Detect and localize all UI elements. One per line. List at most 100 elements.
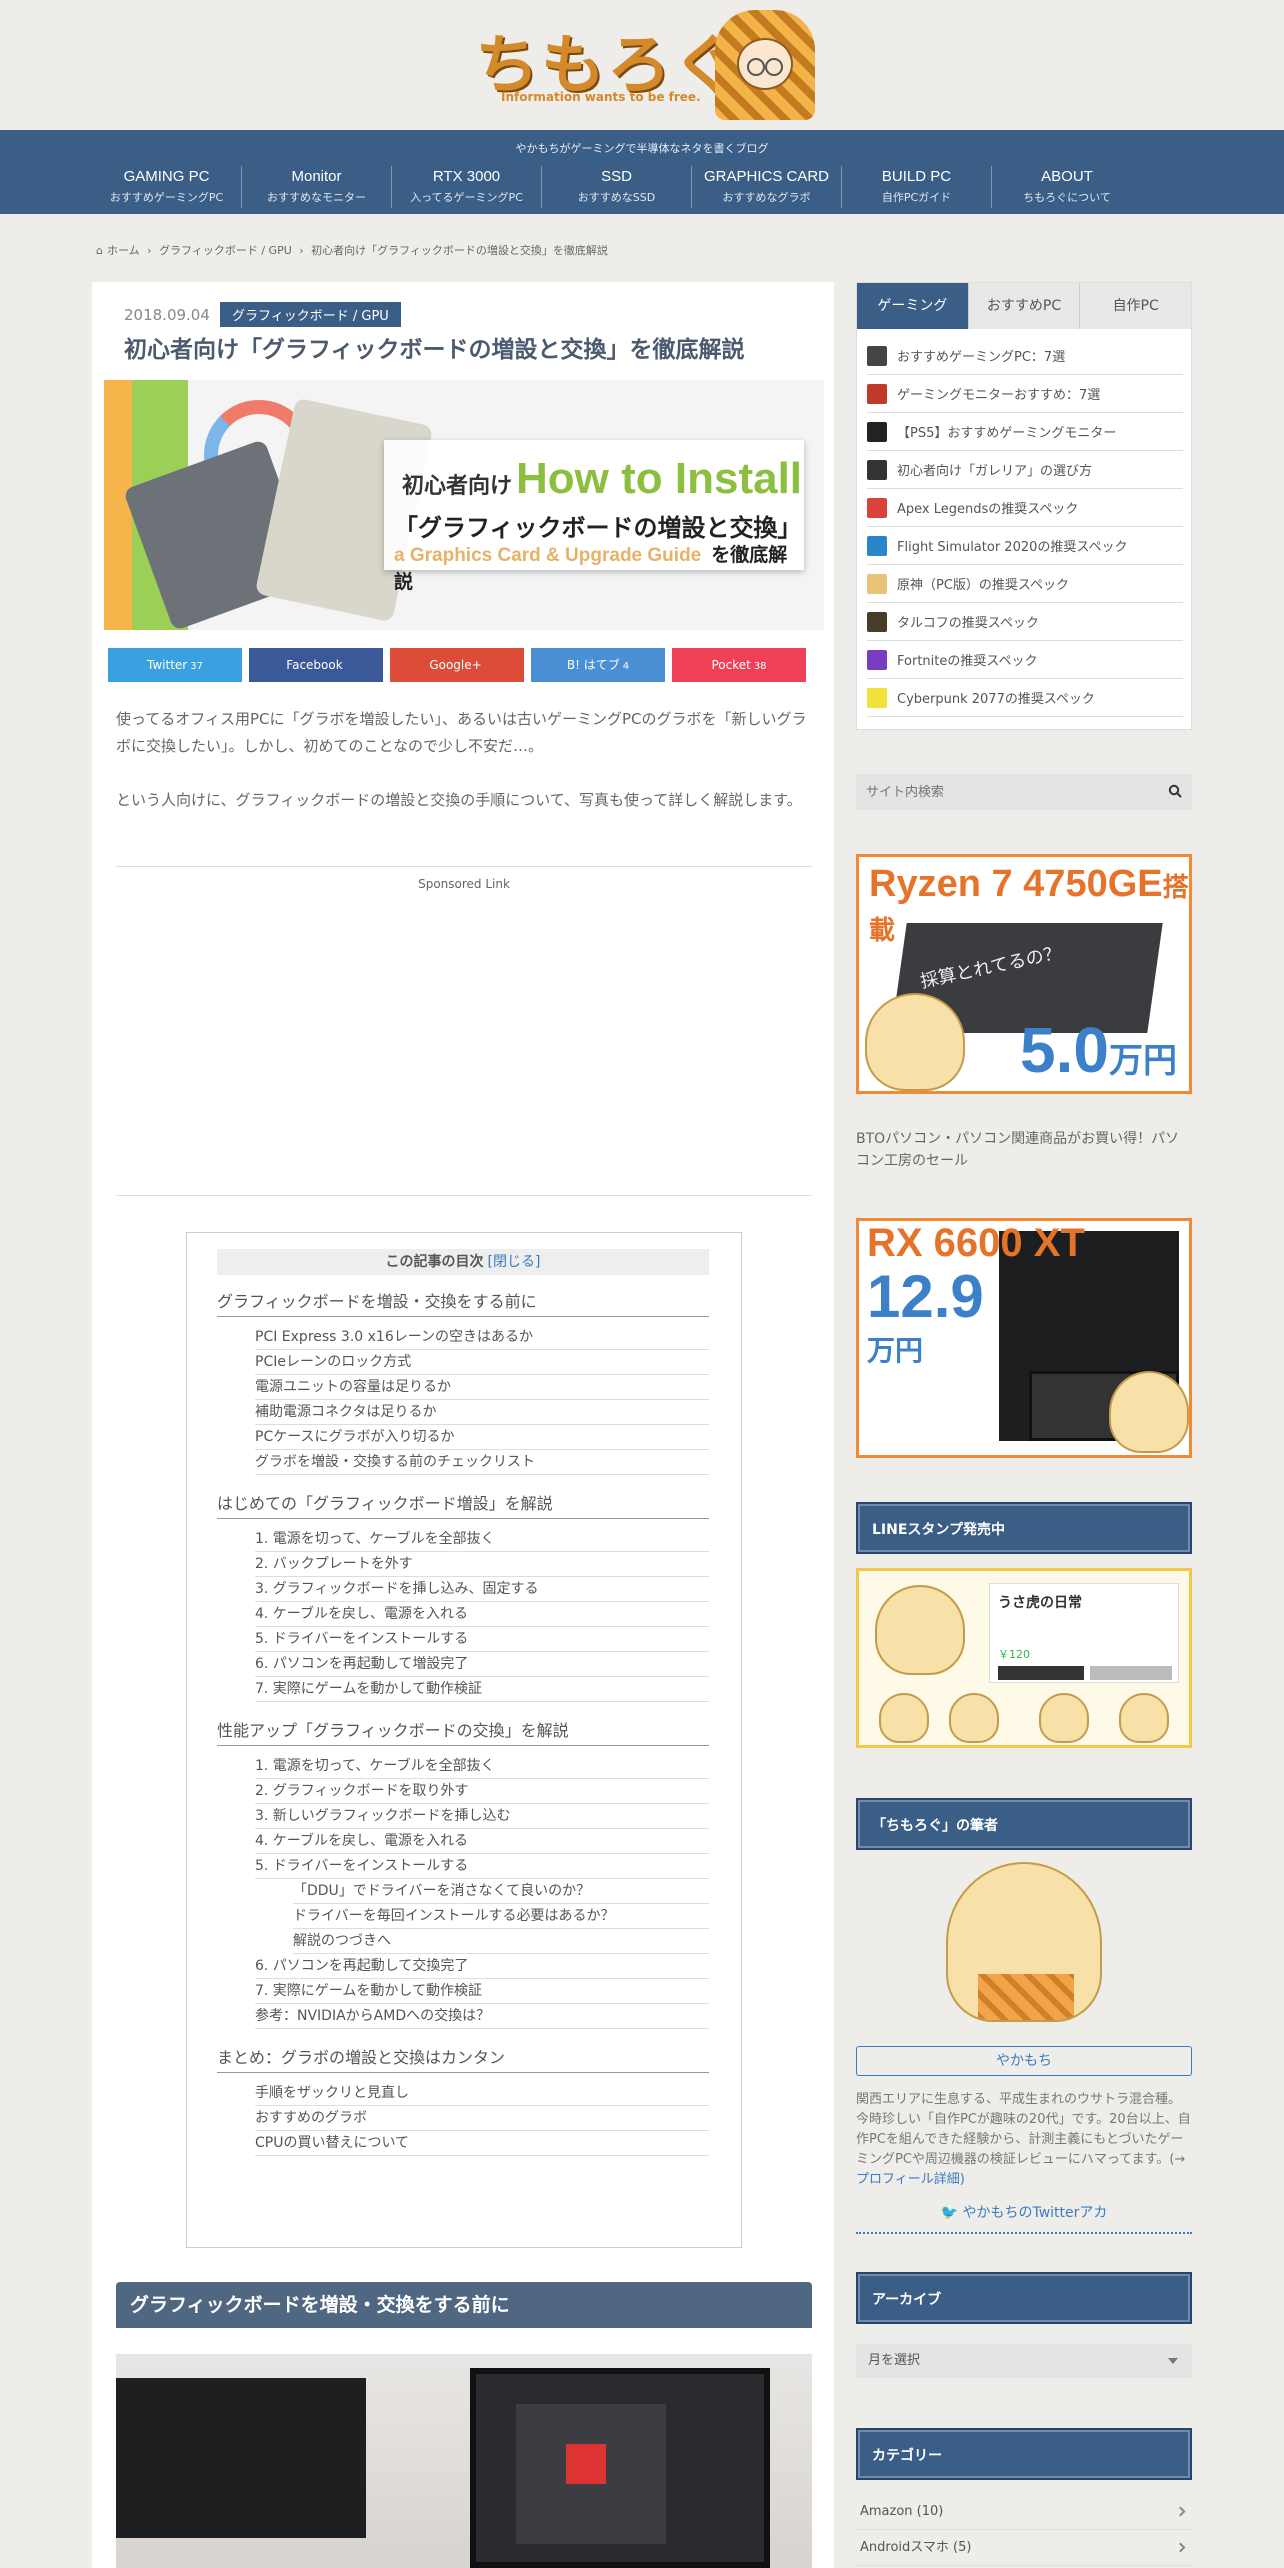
ranking-tab[interactable]: おすすめPC xyxy=(967,283,1080,329)
breadcrumb: ⌂ ホーム › グラフィックボード / GPU › 初心者向け「グラフィックボード… xyxy=(96,242,612,258)
author-twitter-link[interactable]: 🐦 やかもちのTwitterアカ xyxy=(856,2202,1192,2234)
toc-item-link[interactable]: 5. ドライバーをインストールする xyxy=(255,1854,709,1879)
toc-item-link[interactable]: 2. バックプレートを外す xyxy=(255,1552,709,1577)
category-label: Androidスマホ (5) xyxy=(860,2540,972,2555)
toc-section-link[interactable]: グラフィックボードを増設・交換をする前に xyxy=(217,1289,709,1317)
ec-line3-en: a Graphics Card & Upgrade Guide xyxy=(394,545,702,566)
post-title: 初心者向け「グラフィックボードの増設と交換」を徹底解説 xyxy=(124,337,745,363)
toc-item-link[interactable]: 補助電源コネクタは足りるか xyxy=(255,1400,709,1425)
nav-item-graphics-card[interactable]: GRAPHICS CARD おすすめなグラボ xyxy=(692,166,842,208)
toc-section-link[interactable]: 性能アップ「グラフィックボードの交換」を解説 xyxy=(217,1718,709,1746)
toc-item-link[interactable]: ドライバーを毎回インストールする必要はあるか？ xyxy=(293,1904,709,1929)
toc-item-link[interactable]: 参考：NVIDIAからAMDへの交換は？ xyxy=(255,2004,709,2029)
nav-item-ja-label: おすすめなモニター xyxy=(267,191,366,204)
game-thumbnail-icon xyxy=(867,497,887,518)
toc-item-link[interactable]: グラボを増設・交換する前のチェックリスト xyxy=(255,1450,709,1475)
toc-section-link[interactable]: はじめての「グラフィックボード増設」を解説 xyxy=(217,1491,709,1519)
ranking-item[interactable]: 原神（PC版）の推奨スペック xyxy=(867,565,1183,603)
toc-title-text: この記事の目次 xyxy=(385,1254,484,1270)
toc-item-link[interactable]: 5. ドライバーをインストールする xyxy=(255,1627,709,1652)
ranking-item[interactable]: Apex Legendsの推奨スペック xyxy=(867,489,1183,527)
ranking-item[interactable]: Fortniteの推奨スペック xyxy=(867,641,1183,679)
nav-item-ja-label: おすすめなSSD xyxy=(577,191,656,204)
category-item[interactable]: Amazon (10) xyxy=(856,2494,1192,2530)
game-thumbnail-icon xyxy=(867,345,887,366)
category-item[interactable]: Androidスマホ (5) xyxy=(856,2530,1192,2566)
toc-item-link[interactable]: 3. 新しいグラフィックボードを挿し込む xyxy=(255,1804,709,1829)
toc-section-link[interactable]: まとめ：グラボの増設と交換はカンタン xyxy=(217,2045,709,2073)
broken-image-alt[interactable]: BTOパソコン・パソコン関連商品がお買い得！パソコン工房のセール xyxy=(856,1128,1192,1172)
toc-item-link[interactable]: 手順をザックリと見直し xyxy=(255,2081,709,2106)
ranking-item[interactable]: おすすめゲーミングPC：7選 xyxy=(867,337,1183,375)
ranking-item[interactable]: 【PS5】おすすめゲーミングモニター xyxy=(867,413,1183,451)
toc-item-link[interactable]: 1. 電源を切って、ケーブルを全部抜く xyxy=(255,1527,709,1552)
line-sticker-ad[interactable]: うさ虎の日常 ￥120 xyxy=(856,1568,1192,1748)
toc-close-link[interactable]: [閉じる] xyxy=(488,1254,541,1270)
toc-item-link[interactable]: 2. グラフィックボードを取り外す xyxy=(255,1779,709,1804)
ranking-item-label: 原神（PC版）の推奨スペック xyxy=(897,578,1070,593)
toc-list: グラフィックボードを増設・交換をする前に PCI Express 3.0 x16レ… xyxy=(217,1289,709,2172)
nav-item-monitor[interactable]: Monitor おすすめなモニター xyxy=(242,166,392,208)
toc-item-link[interactable]: PCケースにグラボが入り切るか xyxy=(255,1425,709,1450)
ec-line1-ja: 初心者向け xyxy=(402,474,513,499)
ec-line2: 「グラフィックボードの増設と交換」 xyxy=(394,514,802,542)
author-name-button[interactable]: やかもち xyxy=(856,2046,1192,2076)
profile-link[interactable]: プロフィール詳細) xyxy=(856,2172,965,2187)
ranking-item-label: Fortniteの推奨スペック xyxy=(897,654,1038,669)
toc-item-link[interactable]: 4. ケーブルを戻し、電源を入れる xyxy=(255,1829,709,1854)
toc-item-link[interactable]: 6. パソコンを再起動して交換完了 xyxy=(255,1954,709,1979)
widget-heading-archive: アーカイブ xyxy=(856,2272,1192,2324)
category-badge[interactable]: グラフィックボード / GPU xyxy=(220,302,401,327)
category-label: Amazon (10) xyxy=(860,2504,944,2519)
toc-item-link[interactable]: 4. ケーブルを戻し、電源を入れる xyxy=(255,1602,709,1627)
ranking-item[interactable]: Cyberpunk 2077の推奨スペック xyxy=(867,679,1183,717)
ranking-tab[interactable]: ゲーミング xyxy=(857,283,968,329)
share-button[interactable]: B! はてブ 4 xyxy=(531,648,665,682)
toc-item-link[interactable]: PCI Express 3.0 x16レーンの空きはあるか xyxy=(255,1325,709,1350)
share-label: Facebook xyxy=(286,658,343,672)
toc-item-link[interactable]: 7. 実際にゲームを動かして動作検証 xyxy=(255,1979,709,2004)
share-button[interactable]: Twitter 37 xyxy=(108,648,242,682)
nav-item-ssd[interactable]: SSD おすすめなSSD xyxy=(542,166,692,208)
toc-item-link[interactable]: 7. 実際にゲームを動かして動作検証 xyxy=(255,1677,709,1702)
ranking-item[interactable]: Flight Simulator 2020の推奨スペック xyxy=(867,527,1183,565)
ranking-item[interactable]: タルコフの推奨スペック xyxy=(867,603,1183,641)
share-button[interactable]: Facebook xyxy=(249,648,383,682)
toc-item-link[interactable]: おすすめのグラボ xyxy=(255,2106,709,2131)
widget-heading-category: カテゴリー xyxy=(856,2428,1192,2480)
ad1-title: Ryzen 7 4750GE xyxy=(869,863,1163,905)
game-thumbnail-icon xyxy=(867,383,887,404)
search-icon[interactable] xyxy=(1168,784,1182,798)
toc-item-link[interactable]: 1. 電源を切って、ケーブルを全部抜く xyxy=(255,1754,709,1779)
share-count: 38 xyxy=(753,661,767,672)
ranking-item[interactable]: 初心者向け「ガレリア」の選び方 xyxy=(867,451,1183,489)
ranking-tab[interactable]: 自作PC xyxy=(1079,283,1192,329)
nav-item-rtx-3000[interactable]: RTX 3000 入ってるゲーミングPC xyxy=(392,166,542,208)
share-count: 37 xyxy=(190,661,203,672)
site-logo[interactable]: ちもろぐ Information wants to be free. xyxy=(465,10,825,125)
monitor-graphic xyxy=(116,2378,366,2538)
archive-select[interactable]: 月を選択 xyxy=(856,2344,1192,2378)
toc-item-link[interactable]: 電源ユニットの容量は足りるか xyxy=(255,1375,709,1400)
toc-item-link[interactable]: 解説のつづきへ xyxy=(293,1929,709,1954)
toc-item-link[interactable]: CPUの買い替えについて xyxy=(255,2131,709,2156)
search-input[interactable] xyxy=(866,774,1146,810)
ranking-item[interactable]: ゲーミングモニターおすすめ：7選 xyxy=(867,375,1183,413)
breadcrumb-category[interactable]: グラフィックボード / GPU xyxy=(159,244,292,257)
toc-item-link[interactable]: 「DDU」でドライバーを消さなくて良いのか？ xyxy=(293,1879,709,1904)
share-button[interactable]: Pocket 38 xyxy=(672,648,806,682)
toc-item-link[interactable]: 3. グラフィックボードを挿し込み、固定する xyxy=(255,1577,709,1602)
breadcrumb-home[interactable]: ホーム xyxy=(107,244,140,257)
nav-item-gaming-pc[interactable]: GAMING PC おすすめゲーミングPC xyxy=(92,166,242,208)
toc-item-link[interactable]: PCIeレーンのロック方式 xyxy=(255,1350,709,1375)
sponsored-label: Sponsored Link xyxy=(418,877,510,891)
ad-banner-ryzen[interactable]: Ryzen 7 4750GE搭載 採算とれてるの？ 5.0万円 xyxy=(856,854,1192,1094)
ad-banner-rx6600xt[interactable]: RX 6600 XT 12.9 万円 xyxy=(856,1218,1192,1458)
nav-item-about[interactable]: ABOUT ちもろぐについて xyxy=(992,166,1142,208)
mascot-icon xyxy=(1039,1693,1089,1743)
ranking-item-label: ゲーミングモニターおすすめ：7選 xyxy=(897,388,1101,403)
share-button[interactable]: Google+ xyxy=(390,648,524,682)
mascot-icon xyxy=(865,993,965,1091)
nav-item-build-pc[interactable]: BUILD PC 自作PCガイド xyxy=(842,166,992,208)
toc-item-link[interactable]: 6. パソコンを再起動して増設完了 xyxy=(255,1652,709,1677)
